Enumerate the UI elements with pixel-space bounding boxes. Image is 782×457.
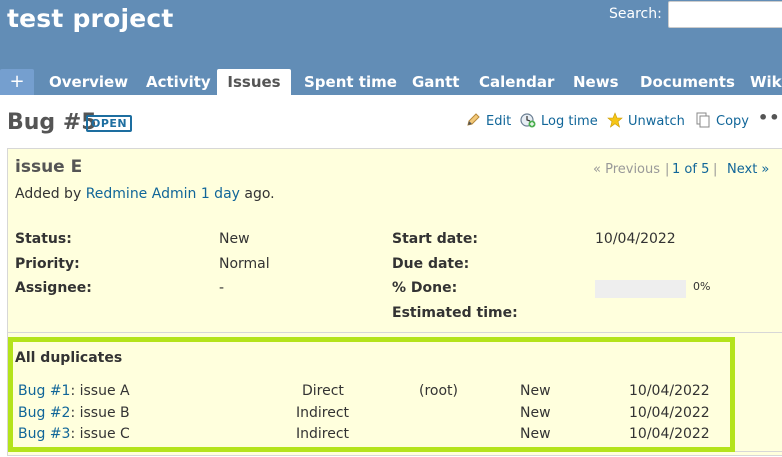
relation-subject: : issue B <box>70 405 130 421</box>
relation-issue-link[interactable]: Bug #1 <box>18 383 70 399</box>
due-date-label: Due date: <box>392 256 470 272</box>
age-link[interactable]: 1 day <box>201 186 240 202</box>
start-date-label: Start date: <box>392 231 478 247</box>
search-label: Search: <box>609 6 662 22</box>
relation-parent: (root) <box>419 383 458 399</box>
nav-separator: | <box>713 162 718 177</box>
more-actions-button[interactable]: ••• <box>758 108 782 127</box>
tab-documents[interactable]: Documents <box>640 69 735 95</box>
bottom-divider <box>735 451 782 452</box>
tab-calendar[interactable]: Calendar <box>479 69 554 95</box>
relation-subject: : issue C <box>70 426 130 442</box>
unwatch-button[interactable]: Unwatch <box>607 112 685 129</box>
tab-activity[interactable]: Activity <box>146 69 211 95</box>
relation-issue-link[interactable]: Bug #2 <box>18 405 70 421</box>
edit-label: Edit <box>486 114 512 129</box>
header-bar: test project Search: + Overview Activity… <box>0 0 782 95</box>
assignee-value: - <box>219 280 225 296</box>
tab-overview[interactable]: Overview <box>49 69 128 95</box>
log-time-label: Log time <box>541 114 598 129</box>
star-icon <box>607 112 623 128</box>
progress-percent: 0% <box>693 280 711 293</box>
estimated-time-label: Estimated time: <box>392 305 518 321</box>
tab-gantt[interactable]: Gantt <box>412 69 459 95</box>
relation-subject: : issue A <box>70 383 130 399</box>
done-label: % Done: <box>392 280 458 296</box>
tab-news[interactable]: News <box>573 69 619 95</box>
author-link[interactable]: Redmine Admin <box>86 186 197 202</box>
copy-label: Copy <box>716 114 749 129</box>
start-date-value: 10/04/2022 <box>595 231 676 247</box>
relation-type: Direct <box>302 383 344 399</box>
issue-title: Bug #5 <box>7 110 97 135</box>
relation-issue-link[interactable]: Bug #3 <box>18 426 70 442</box>
search-input[interactable] <box>668 1 782 28</box>
edit-button[interactable]: Edit <box>465 112 511 129</box>
log-time-button[interactable]: Log time <box>520 112 598 129</box>
relation-issue: Bug #3: issue C <box>18 426 130 442</box>
tab-spent-time[interactable]: Spent time <box>304 69 397 95</box>
author-line: Added by Redmine Admin 1 day ago. <box>15 186 275 202</box>
relation-date: 10/04/2022 <box>629 405 710 421</box>
copy-icon <box>696 112 710 128</box>
relation-date: 10/04/2022 <box>629 383 710 399</box>
next-link[interactable]: Next » <box>727 162 769 177</box>
relation-status: New <box>520 383 551 399</box>
relation-status: New <box>520 405 551 421</box>
duplicates-title: All duplicates <box>15 350 123 366</box>
nav-separator: | <box>665 162 670 177</box>
pencil-icon <box>467 113 480 126</box>
issue-subject: issue E <box>15 157 83 177</box>
section-divider <box>7 332 782 333</box>
relation-type: Indirect <box>296 405 350 421</box>
main-menu-tabs: + Overview Activity Issues Spent time Ga… <box>0 69 782 95</box>
relation-type: Indirect <box>296 426 350 442</box>
status-value: New <box>219 231 250 247</box>
added-by-text: Added by <box>15 186 82 202</box>
relation-issue: Bug #1: issue A <box>18 383 130 399</box>
tab-new-object[interactable]: + <box>0 69 34 95</box>
priority-value: Normal <box>219 256 270 272</box>
relation-issue: Bug #2: issue B <box>18 405 130 421</box>
status-badge: OPEN <box>86 115 133 132</box>
clock-add-icon <box>520 113 536 128</box>
ago-text: ago. <box>244 186 275 202</box>
previous-link[interactable]: « Previous <box>593 162 660 177</box>
unwatch-label: Unwatch <box>628 114 685 129</box>
project-title[interactable]: test project <box>7 4 174 33</box>
tab-issues[interactable]: Issues <box>217 69 291 95</box>
issue-position-link[interactable]: 1 of 5 <box>672 162 709 177</box>
copy-button[interactable]: Copy <box>695 112 749 129</box>
priority-label: Priority: <box>15 256 80 272</box>
tab-wiki[interactable]: Wiki <box>750 69 782 95</box>
relation-status: New <box>520 426 551 442</box>
assignee-label: Assignee: <box>15 280 92 296</box>
progress-bar <box>595 280 686 298</box>
relation-date: 10/04/2022 <box>629 426 710 442</box>
status-label: Status: <box>15 231 72 247</box>
